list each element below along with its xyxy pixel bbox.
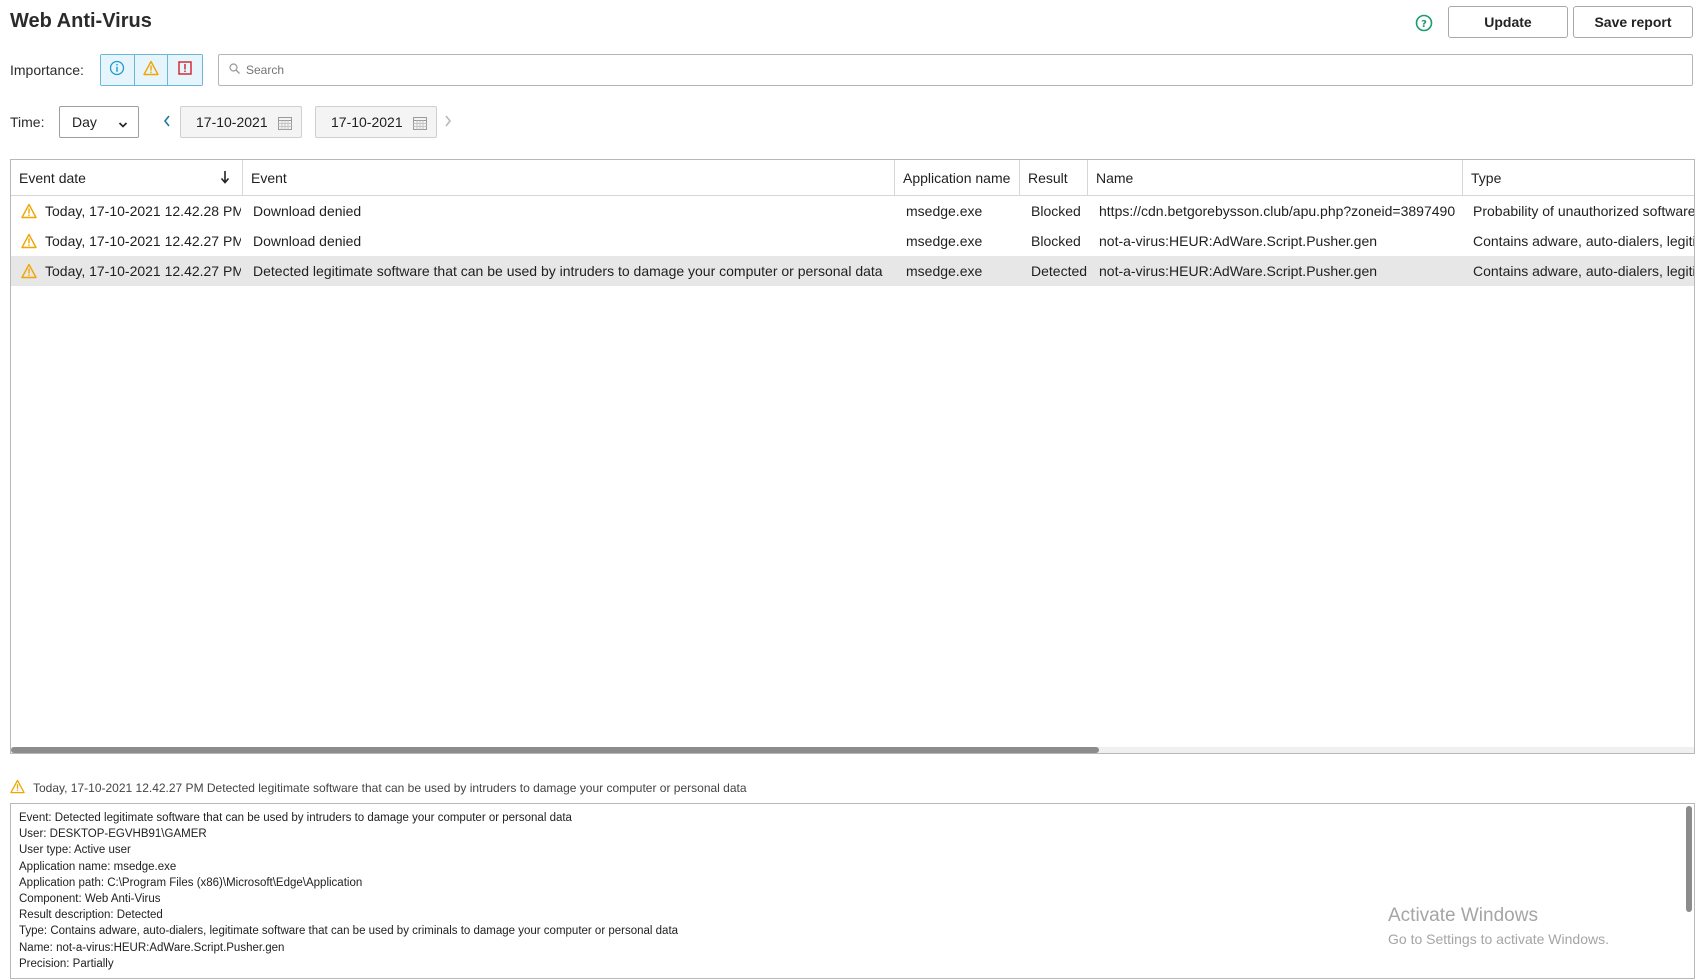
vertical-scrollbar[interactable] xyxy=(1686,806,1692,912)
cell-event-date: Today, 17-10-2021 12.42.28 PM xyxy=(45,203,241,219)
activation-watermark: Activate Windows Go to Settings to activ… xyxy=(1388,905,1609,947)
detail-line: Application name: msedge.exe xyxy=(19,860,177,873)
update-button[interactable]: Update xyxy=(1448,6,1568,38)
period-select[interactable]: Day xyxy=(59,106,139,138)
events-table: Event date Event Application name Result… xyxy=(10,159,1695,754)
summary-text: Today, 17-10-2021 12.42.27 PM Detected l… xyxy=(33,781,747,795)
column-label: Event xyxy=(251,170,287,186)
detail-line: Application path: C:\Program Files (x86)… xyxy=(19,876,363,889)
cell-result: Blocked xyxy=(1031,203,1081,219)
cell-type: Probability of unauthorized software xyxy=(1473,203,1695,219)
table-row[interactable]: Today, 17-10-2021 12.42.28 PM Download d… xyxy=(11,196,1695,226)
cell-result: Blocked xyxy=(1031,233,1081,249)
column-label: Event date xyxy=(19,170,86,186)
chevron-down-icon xyxy=(118,117,128,133)
importance-warning-toggle[interactable] xyxy=(134,55,169,85)
importance-label: Importance: xyxy=(10,62,84,78)
horizontal-scrollbar[interactable] xyxy=(11,747,1694,753)
table-row[interactable]: Today, 17-10-2021 12.42.27 PM Download d… xyxy=(11,226,1694,256)
time-label: Time: xyxy=(10,114,45,130)
column-label: Result xyxy=(1028,170,1068,186)
date-from-value: 17-10-2021 xyxy=(196,114,268,130)
detail-line: Precision: Partially xyxy=(19,957,114,970)
importance-info-toggle[interactable] xyxy=(101,55,135,85)
event-details-panel: Event: Detected legitimate software that… xyxy=(10,803,1695,979)
cell-event-date: Today, 17-10-2021 12.42.27 PM xyxy=(45,263,241,279)
scrollbar-thumb[interactable] xyxy=(11,747,1099,753)
detail-line: User: DESKTOP-EGVHB91\GAMER xyxy=(19,828,207,841)
detail-line: Event: Detected legitimate software that… xyxy=(19,812,572,824)
cell-event: Download denied xyxy=(253,203,362,219)
search-box[interactable] xyxy=(218,54,1693,86)
calendar-icon[interactable] xyxy=(277,115,293,134)
column-header-application-name[interactable]: Application name xyxy=(895,160,1020,196)
selected-event-summary: Today, 17-10-2021 12.42.27 PM Detected l… xyxy=(10,779,747,797)
warning-icon xyxy=(10,779,25,797)
date-to-field[interactable]: 17-10-2021 xyxy=(315,106,437,138)
help-icon[interactable]: ? xyxy=(1415,14,1433,32)
detail-line: User type: Active user xyxy=(19,844,131,857)
column-label: Type xyxy=(1471,170,1502,186)
warning-icon xyxy=(143,60,159,81)
cell-name: not-a-virus:HEUR:AdWare.Script.Pusher.ge… xyxy=(1099,263,1378,279)
column-header-type[interactable]: Type xyxy=(1463,160,1694,196)
warning-icon xyxy=(21,263,37,282)
chevron-right-icon[interactable] xyxy=(443,114,453,133)
sort-descending-icon xyxy=(220,170,230,187)
cell-event: Download denied xyxy=(253,233,362,249)
date-to-value: 17-10-2021 xyxy=(331,114,403,130)
calendar-icon[interactable] xyxy=(412,115,428,134)
importance-filter xyxy=(100,54,203,86)
cell-name: https://cdn.betgorebysson.club/apu.php?z… xyxy=(1099,203,1456,219)
critical-icon xyxy=(177,60,193,81)
column-label: Name xyxy=(1096,170,1134,186)
cell-name: not-a-virus:HEUR:AdWare.Script.Pusher.ge… xyxy=(1099,233,1378,249)
watermark-subtitle: Go to Settings to activate Windows. xyxy=(1388,931,1609,947)
cell-application-name: msedge.exe xyxy=(906,263,983,279)
column-header-name[interactable]: Name xyxy=(1088,160,1463,196)
column-header-event-date[interactable]: Event date xyxy=(11,160,243,196)
table-row-selected[interactable]: Today, 17-10-2021 12.42.27 PM Detected l… xyxy=(11,256,1694,286)
search-input[interactable] xyxy=(246,63,1646,77)
importance-critical-toggle[interactable] xyxy=(168,55,202,85)
date-from-field[interactable]: 17-10-2021 xyxy=(180,106,302,138)
cell-application-name: msedge.exe xyxy=(906,203,983,219)
watermark-title: Activate Windows xyxy=(1388,905,1538,926)
cell-application-name: msedge.exe xyxy=(906,233,983,249)
cell-type: Contains adware, auto-dialers, legitimat… xyxy=(1473,263,1694,279)
column-header-result[interactable]: Result xyxy=(1020,160,1088,196)
table-header: Event date Event Application name Result… xyxy=(11,160,1694,196)
cell-result: Detected xyxy=(1031,263,1087,279)
period-value: Day xyxy=(72,114,97,130)
svg-text:?: ? xyxy=(1421,19,1427,30)
cell-type: Contains adware, auto-dialers, legitimat… xyxy=(1473,233,1694,249)
info-icon xyxy=(109,60,125,81)
chevron-left-icon[interactable] xyxy=(162,114,172,133)
column-header-event[interactable]: Event xyxy=(243,160,895,196)
save-report-button[interactable]: Save report xyxy=(1573,6,1693,38)
warning-icon xyxy=(21,233,37,252)
cell-event-date: Today, 17-10-2021 12.42.27 PM xyxy=(45,233,241,249)
column-label: Application name xyxy=(903,170,1011,186)
cell-event: Detected legitimate software that can be… xyxy=(253,263,883,279)
warning-icon xyxy=(21,203,37,222)
page-title: Web Anti-Virus xyxy=(10,10,152,32)
search-icon xyxy=(229,61,240,79)
